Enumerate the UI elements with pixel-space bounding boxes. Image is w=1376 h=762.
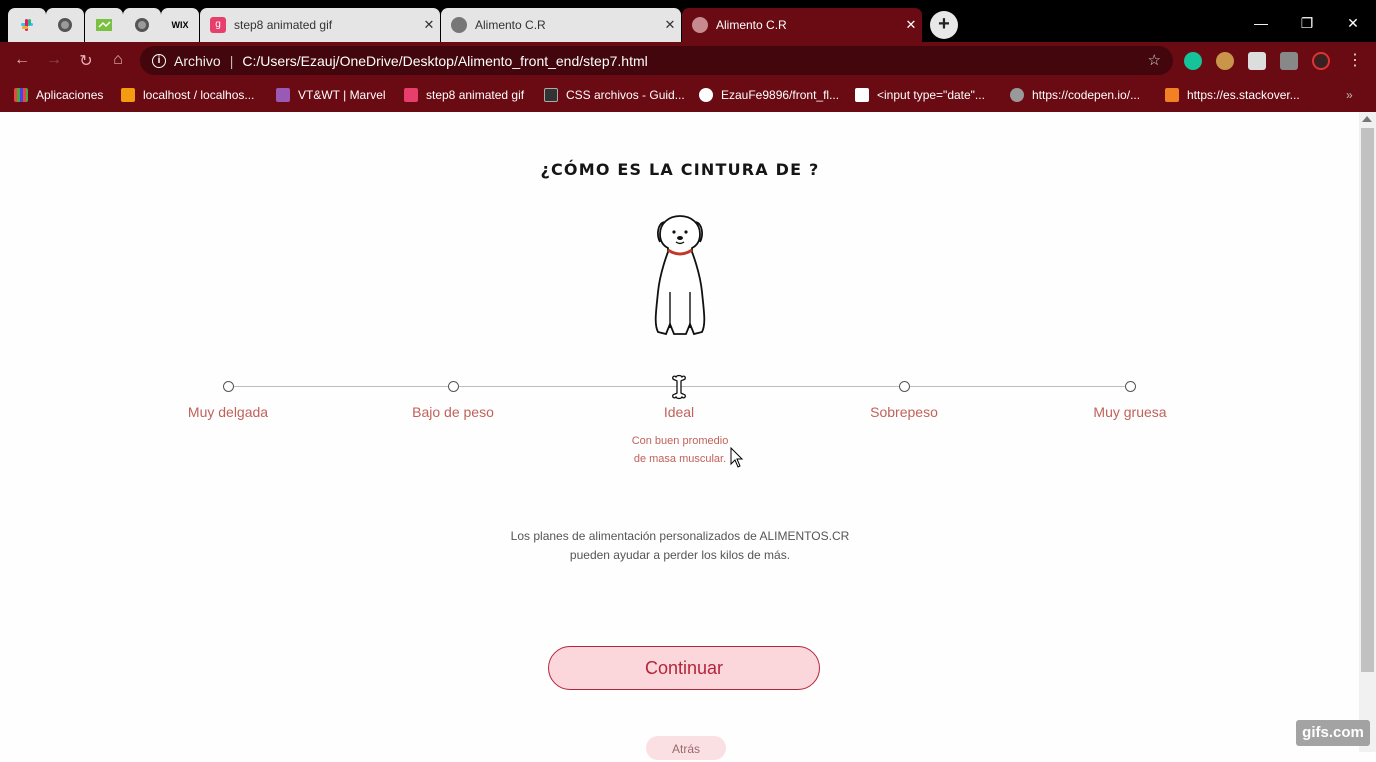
browser-chrome: WIX g step8 animated gif ✕ Alimento C.R … [0,0,1376,112]
stackoverflow-icon [855,88,869,102]
extension-icon[interactable] [1248,52,1266,70]
bookmark-step8[interactable]: step8 animated gif [404,88,524,102]
cookie-icon[interactable] [1216,52,1234,70]
star-icon[interactable]: ☆ [1148,51,1161,69]
close-icon[interactable]: ✕ [900,17,922,33]
gifs-watermark: gifs.com [1296,720,1370,746]
globe-icon [451,17,467,33]
bookmark-css[interactable]: CSS archivos - Guid... [544,88,685,102]
reload-icon[interactable]: ↻ [76,51,96,71]
minimize-button[interactable]: — [1238,8,1284,38]
more-bookmarks-icon[interactable]: » [1346,88,1353,102]
wix-icon: WIX [171,20,189,30]
close-window-button[interactable]: ✕ [1330,8,1376,38]
slider-point-muy-delgada[interactable] [223,381,234,392]
bookmark-localhost[interactable]: localhost / localhos... [121,88,254,102]
scroll-up-icon[interactable] [1362,116,1372,122]
slack-icon [21,19,33,31]
github-icon [699,88,713,102]
bone-slider-handle-icon[interactable] [671,374,687,400]
home-icon[interactable]: ⌂ [108,51,128,69]
url-text[interactable]: C:/Users/Ezauj/OneDrive/Desktop/Alimento… [242,53,647,69]
forward-arrow-icon[interactable]: → [44,51,64,69]
option-muy-delgada[interactable]: Muy delgada [148,404,308,420]
mouse-cursor-icon [730,447,744,468]
menu-icon[interactable]: ⋮ [1346,52,1364,70]
page-title: ¿CÓMO ES LA CINTURA DE ? [540,160,820,179]
gif-icon [404,88,418,102]
info-text: Los planes de alimentación personalizado… [510,529,850,562]
option-sobrepeso[interactable]: Sobrepeso [824,404,984,420]
scrollbar-thumb[interactable] [1361,128,1374,672]
tab-alimento-active[interactable]: Alimento C.R ✕ [682,8,922,42]
option-muy-gruesa[interactable]: Muy gruesa [1050,404,1210,420]
bookmark-marvel[interactable]: VT&WT | Marvel [276,88,386,102]
bookmarks-bar: Aplicaciones localhost / localhos... VT&… [0,80,1376,112]
slider-point-bajo-de-peso[interactable] [448,381,459,392]
tab-title: step8 animated gif [234,18,333,32]
tab-title: Alimento C.R [475,18,546,32]
address-bar[interactable]: i Archivo | C:/Users/Ezauj/OneDrive/Desk… [140,46,1173,75]
marvel-icon [276,88,290,102]
pinned-tab-sheet[interactable] [85,8,123,42]
pinned-tab-globe-2[interactable] [123,8,161,42]
gif-icon: g [210,17,226,33]
separator: | [229,52,234,69]
slider-point-muy-gruesa[interactable] [1125,381,1136,392]
bookmark-github[interactable]: EzauFe9896/front_fl... [699,88,839,102]
pinned-tab-wix[interactable]: WIX [161,8,199,42]
back-button[interactable]: Atrás [646,736,726,760]
pinned-tab-globe-1[interactable] [46,8,84,42]
close-icon[interactable]: ✕ [418,17,440,33]
continue-button[interactable]: Continuar [548,646,820,690]
bookmark-codepen[interactable]: https://codepen.io/... [1010,88,1140,102]
globe-icon [1010,88,1024,102]
puzzle-icon[interactable] [1280,52,1298,70]
globe-icon [135,18,149,32]
tab-title: Alimento C.R [716,18,787,32]
option-ideal[interactable]: Ideal [599,404,759,420]
info-icon[interactable]: i [152,53,166,68]
grammarly-icon[interactable] [1184,52,1202,70]
globe-icon [692,17,708,33]
css-icon [544,88,558,102]
avatar[interactable] [1312,52,1330,70]
spreadsheet-icon [96,19,112,31]
back-arrow-icon[interactable]: ← [12,51,32,69]
close-icon[interactable]: ✕ [659,17,681,33]
dog-illustration-icon [654,215,706,336]
security-label: Archivo [174,52,221,69]
apps-grid-icon [14,88,28,102]
globe-icon [58,18,72,32]
pinned-tab-slack[interactable] [8,8,46,42]
slider-point-sobrepeso[interactable] [899,381,910,392]
bookmark-stackoverflow[interactable]: https://es.stackover... [1165,88,1300,102]
tab-alimento-1[interactable]: Alimento C.R ✕ [441,8,681,42]
bookmark-input-date[interactable]: <input type="date"... [855,88,985,102]
option-bajo-de-peso[interactable]: Bajo de peso [373,404,533,420]
option-description: Con buen promedio de masa muscular. [631,435,729,465]
new-tab-button[interactable]: + [930,11,958,39]
tab-step8[interactable]: g step8 animated gif ✕ [200,8,440,42]
stackoverflow-icon [1165,88,1179,102]
restore-button[interactable]: ❐ [1284,8,1330,38]
bookmark-apps[interactable]: Aplicaciones [14,88,103,102]
phpmyadmin-icon [121,88,135,102]
